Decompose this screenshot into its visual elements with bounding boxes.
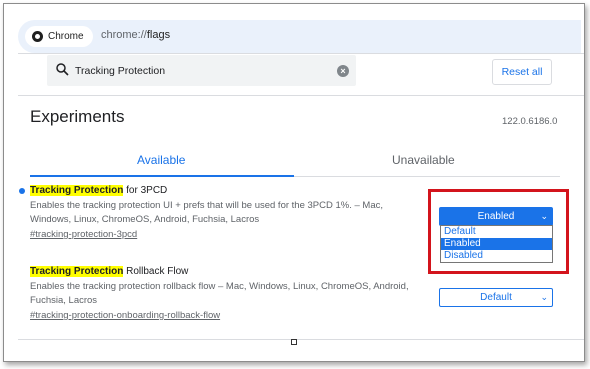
experiment-title: Tracking Protection Rollback Flow [30, 266, 430, 277]
modified-indicator-icon [19, 188, 25, 194]
experiment-title-rest: Rollback Flow [123, 266, 189, 277]
search-highlight: Tracking Protection [30, 266, 124, 277]
page-title: Experiments [30, 107, 125, 126]
url-text[interactable]: chrome://flags [101, 29, 170, 41]
reset-all-button[interactable]: Reset all [492, 59, 552, 85]
experiment-permalink[interactable]: #tracking-protection-onboarding-rollback… [30, 310, 430, 321]
chrome-icon [32, 31, 43, 42]
experiment-description: Enables the tracking protection UI + pre… [30, 200, 383, 225]
divider [18, 53, 584, 54]
divider [18, 95, 584, 96]
version-label: 122.0.6186.0 [502, 116, 558, 127]
active-tab-indicator [30, 175, 294, 177]
browser-window: Chrome chrome://flags Tracking Protectio… [3, 3, 585, 362]
select-value: Default [480, 292, 512, 303]
experiment-permalink[interactable]: #tracking-protection-3pcd [30, 229, 430, 240]
search-flags-box[interactable]: Tracking Protection × [47, 55, 356, 86]
experiment-description: Enables the tracking protection rollback… [30, 281, 409, 306]
url-scheme: chrome:// [101, 29, 147, 41]
chevron-down-icon: ⌄ [540, 292, 548, 302]
experiment-title: Tracking Protection for 3PCD [19, 185, 430, 196]
search-input[interactable]: Tracking Protection [75, 65, 165, 77]
experiment-item: Tracking Protection for 3PCD Enables the… [19, 185, 430, 240]
address-bar[interactable]: Chrome chrome://flags [18, 20, 581, 53]
site-chip[interactable]: Chrome [25, 26, 93, 47]
site-chip-label: Chrome [48, 31, 84, 42]
experiment-title-rest: for 3PCD [123, 185, 168, 196]
tab-available[interactable]: Available [137, 153, 185, 167]
clear-search-icon[interactable]: × [337, 65, 349, 77]
search-icon [56, 63, 69, 76]
tab-unavailable[interactable]: Unavailable [392, 153, 455, 167]
experiment-state-select[interactable]: Default ⌄ [439, 288, 553, 307]
divider [18, 339, 584, 340]
resize-handle[interactable] [291, 339, 297, 345]
annotation-highlight-box [428, 189, 569, 274]
search-highlight: Tracking Protection [30, 185, 124, 196]
url-path: flags [146, 29, 171, 41]
experiment-item: Tracking Protection Rollback Flow Enable… [30, 266, 430, 321]
